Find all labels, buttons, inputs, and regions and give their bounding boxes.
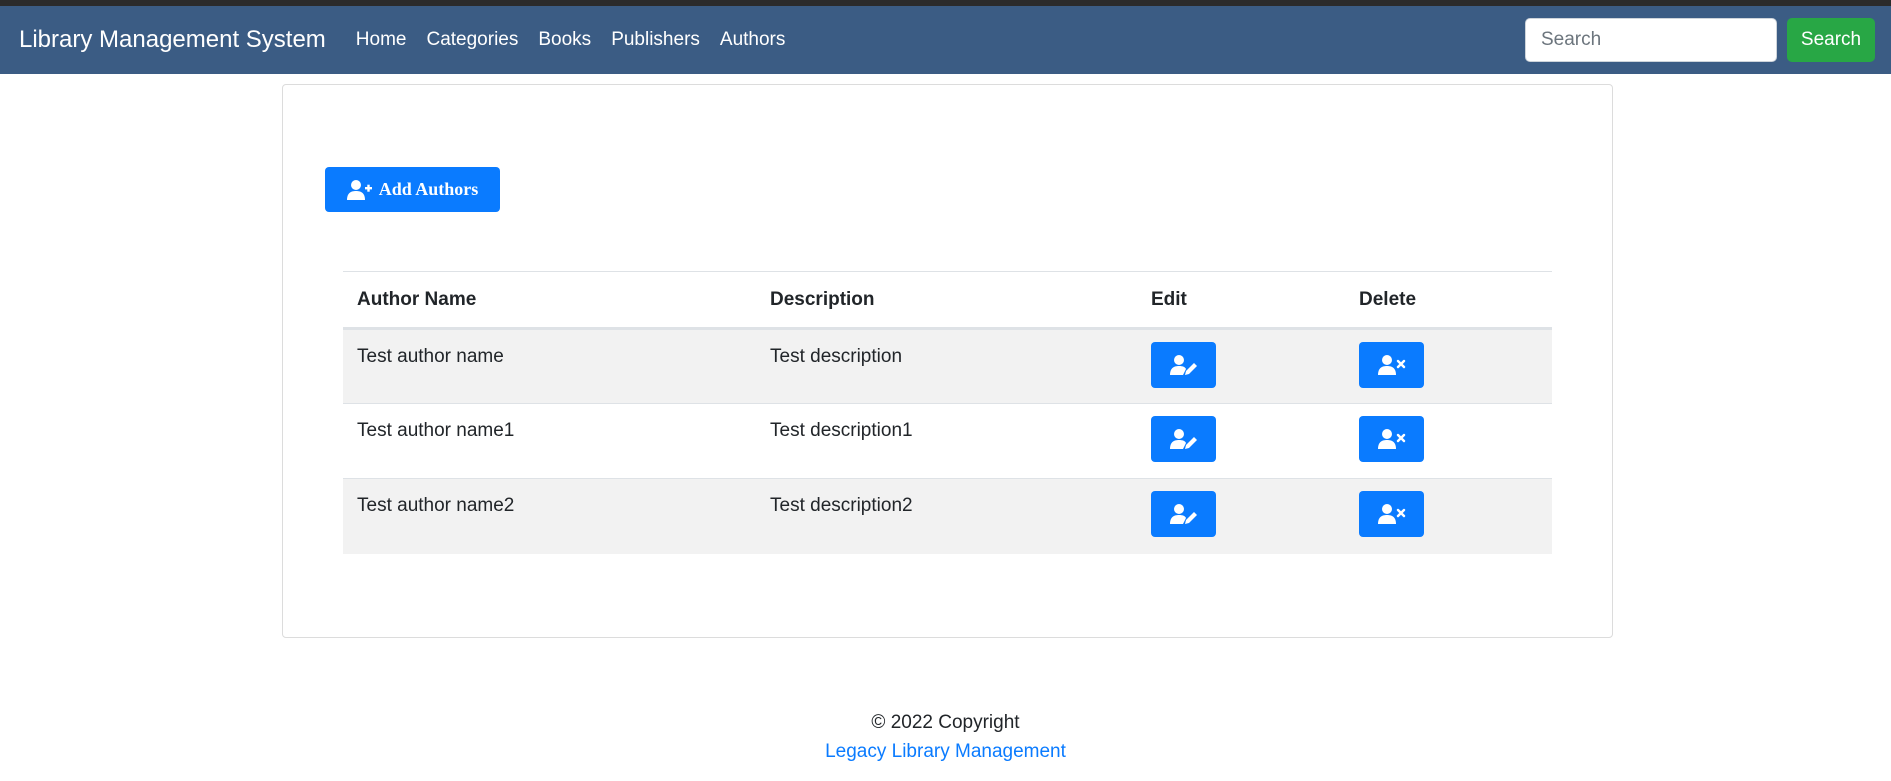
edit-cell	[1137, 328, 1345, 404]
edit-cell	[1137, 478, 1345, 554]
header-edit: Edit	[1137, 271, 1345, 330]
header-delete: Delete	[1345, 271, 1552, 330]
nav-link-books[interactable]: Books	[538, 29, 591, 51]
nav-links: Home Categories Books Publishers Authors	[356, 29, 806, 51]
add-authors-button[interactable]: Add Authors	[325, 167, 500, 212]
search-input[interactable]	[1525, 18, 1777, 62]
delete-author-button[interactable]	[1359, 491, 1424, 537]
user-times-icon	[1377, 429, 1405, 449]
description-cell: Test description1	[756, 403, 1137, 479]
description-cell: Test description	[756, 328, 1137, 404]
authors-card: Add Authors Author Name Description Edit…	[282, 84, 1613, 638]
edit-author-button[interactable]	[1151, 491, 1216, 537]
nav-link-categories[interactable]: Categories	[426, 29, 518, 51]
header-description: Description	[756, 271, 1137, 330]
search-button[interactable]: Search	[1787, 18, 1875, 62]
table-row: Test author name1 Test description1	[343, 403, 1552, 479]
author-name-cell: Test author name	[343, 328, 756, 404]
author-name: Test author name1	[357, 420, 515, 441]
author-description: Test description2	[770, 495, 913, 516]
footer: © 2022 Copyright Legacy Library Manageme…	[0, 708, 1891, 766]
author-description: Test description1	[770, 420, 913, 441]
add-authors-label: Add Authors	[378, 179, 479, 199]
author-name-cell: Test author name2	[343, 478, 756, 554]
footer-link[interactable]: Legacy Library Management	[0, 737, 1891, 766]
user-edit-icon	[1169, 355, 1197, 375]
user-times-icon	[1377, 504, 1405, 524]
delete-cell	[1345, 328, 1552, 404]
edit-author-button[interactable]	[1151, 342, 1216, 388]
author-name: Test author name2	[357, 495, 515, 516]
author-description: Test description	[770, 346, 903, 367]
nav-link-publishers[interactable]: Publishers	[611, 29, 700, 51]
table-row: Test author name2 Test description2	[343, 478, 1552, 554]
edit-cell	[1137, 403, 1345, 479]
table-row: Test author name Test description	[343, 328, 1552, 404]
description-cell: Test description2	[756, 478, 1137, 554]
user-times-icon	[1377, 355, 1405, 375]
delete-author-button[interactable]	[1359, 342, 1424, 388]
author-name: Test author name	[357, 346, 504, 367]
delete-cell	[1345, 403, 1552, 479]
navbar: Library Management System Home Categorie…	[0, 6, 1891, 74]
edit-author-button[interactable]	[1151, 416, 1216, 462]
user-edit-icon	[1169, 504, 1197, 524]
nav-link-home[interactable]: Home	[356, 29, 407, 51]
user-edit-icon	[1169, 429, 1197, 449]
delete-cell	[1345, 478, 1552, 554]
brand-title[interactable]: Library Management System	[19, 26, 326, 54]
nav-link-authors[interactable]: Authors	[720, 29, 785, 51]
author-name-cell: Test author name1	[343, 403, 756, 479]
copyright-text: © 2022 Copyright	[871, 712, 1020, 733]
delete-author-button[interactable]	[1359, 416, 1424, 462]
user-plus-icon	[346, 179, 372, 200]
table-header-row: Author Name Description Edit Delete	[343, 271, 1552, 330]
authors-table: Author Name Description Edit Delete Test…	[343, 271, 1552, 554]
header-author-name: Author Name	[343, 271, 756, 330]
